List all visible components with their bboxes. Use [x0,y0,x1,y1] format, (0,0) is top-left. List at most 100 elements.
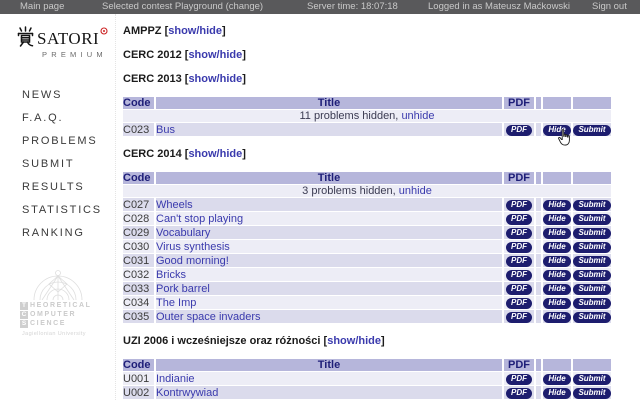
spacer-cell [536,282,541,295]
problem-title-link[interactable]: Virus synthesis [156,241,230,253]
pdf-cell: PDF [504,123,534,136]
top-bar: Main page Selected contest Playground (c… [0,0,640,14]
hide-button[interactable]: Hide [543,298,570,309]
sidebar-item-ranking[interactable]: RANKING [22,228,102,239]
column-header-code: Code [123,359,154,371]
problem-row: C034The ImpPDFHideSubmit [123,296,611,309]
hide-button[interactable]: Hide [543,214,570,225]
tcs-letter-rest: CIENCE [30,320,66,328]
hide-cell: Hide [543,310,571,323]
column-header-submit [573,172,611,184]
hide-button[interactable]: Hide [543,284,570,295]
submit-cell: Submit [573,268,611,281]
problem-title-link[interactable]: Vocabulary [156,227,210,239]
show-hide-link[interactable]: show/hide [188,73,242,85]
pdf-button[interactable]: PDF [506,214,532,225]
submit-button[interactable]: Submit [573,270,610,281]
show-hide-link[interactable]: show/hide [188,49,242,61]
section-title: CERC 2014 [123,148,182,160]
submit-cell: Submit [573,372,611,385]
submit-button[interactable]: Submit [573,312,610,323]
pdf-button[interactable]: PDF [506,270,532,281]
problem-title-cell: Indianie [156,372,502,385]
pdf-button[interactable]: PDF [506,284,532,295]
sign-out-link[interactable]: Sign out [592,0,627,14]
sidebar-item-statistics[interactable]: STATISTICS [22,205,102,216]
problem-title-link[interactable]: Pork barrel [156,283,210,295]
submit-button[interactable]: Submit [573,256,610,267]
unhide-link[interactable]: unhide [399,185,432,197]
sidebar-item-problems[interactable]: PROBLEMS [22,136,102,147]
problem-row: C032BricksPDFHideSubmit [123,268,611,281]
column-header-pdf: PDF [504,359,534,371]
pdf-cell: PDF [504,254,534,267]
hide-button[interactable]: Hide [543,242,570,253]
pdf-button[interactable]: PDF [506,256,532,267]
problem-code: C027 [123,198,154,211]
problem-title-link[interactable]: Kontrwywiad [156,387,218,399]
problem-title-link[interactable]: Wheels [156,199,193,211]
show-hide-link[interactable]: show/hide [188,148,242,160]
hidden-count-text: 11 problems hidden, [300,110,399,122]
pdf-cell: PDF [504,310,534,323]
problem-title-link[interactable]: Can't stop playing [156,213,243,225]
hide-button[interactable]: Hide [543,228,570,239]
tcs-letter-rest: OMPUTER [30,311,76,319]
logo-premium-text: PREMIUM [42,50,108,59]
satori-logo[interactable]: SATORI PREMIUM [16,26,108,59]
pdf-button[interactable]: PDF [506,298,532,309]
tcs-logo-line: SCIENCE [20,320,104,328]
column-header-hide [543,172,571,184]
tcs-letter-rest: HEORETICAL [30,302,92,310]
problem-code: C023 [123,123,154,136]
hide-button[interactable]: Hide [543,125,570,136]
submit-button[interactable]: Submit [573,200,610,211]
sidebar-item-news[interactable]: NEWS [22,90,102,101]
hide-button[interactable]: Hide [543,312,570,323]
pdf-button[interactable]: PDF [506,125,532,136]
pdf-button[interactable]: PDF [506,200,532,211]
main-content: AMPPZ [show/hide]CERC 2012 [show/hide]CE… [121,14,621,400]
show-hide-link[interactable]: show/hide [168,25,222,37]
show-hide-link[interactable]: show/hide [327,335,381,347]
sidebar-item-results[interactable]: RESULTS [22,182,102,193]
submit-button[interactable]: Submit [573,374,610,385]
problem-title-link[interactable]: Bus [156,124,175,136]
pdf-button[interactable]: PDF [506,242,532,253]
selected-contest-link[interactable]: Selected contest Playground (change) [102,0,263,14]
submit-cell: Submit [573,240,611,253]
submit-cell: Submit [573,123,611,136]
submit-button[interactable]: Submit [573,284,610,295]
submit-cell: Submit [573,386,611,399]
submit-button[interactable]: Submit [573,228,610,239]
unhide-link[interactable]: unhide [401,110,434,122]
hide-button[interactable]: Hide [543,200,570,211]
hide-cell: Hide [543,123,571,136]
pdf-button[interactable]: PDF [506,374,532,385]
hide-button[interactable]: Hide [543,388,570,399]
hide-button[interactable]: Hide [543,270,570,281]
hide-button[interactable]: Hide [543,256,570,267]
sidebar-item-faq[interactable]: F.A.Q. [22,113,102,124]
submit-button[interactable]: Submit [573,125,610,136]
problem-row: C033Pork barrelPDFHideSubmit [123,282,611,295]
hide-button[interactable]: Hide [543,374,570,385]
problem-title-link[interactable]: The Imp [156,297,196,309]
problem-title-link[interactable]: Good morning! [156,255,229,267]
submit-button[interactable]: Submit [573,214,610,225]
problem-title-cell: Pork barrel [156,282,502,295]
pdf-button[interactable]: PDF [506,388,532,399]
problem-title-cell: Vocabulary [156,226,502,239]
problem-title-link[interactable]: Bricks [156,269,186,281]
sidebar-item-submit[interactable]: SUBMIT [22,159,102,170]
main-page-link[interactable]: Main page [20,0,64,14]
submit-button[interactable]: Submit [573,242,610,253]
submit-button[interactable]: Submit [573,298,610,309]
tcs-letter-box: S [20,320,28,328]
problem-title-link[interactable]: Outer space invaders [156,311,261,323]
pdf-button[interactable]: PDF [506,228,532,239]
pdf-button[interactable]: PDF [506,312,532,323]
submit-button[interactable]: Submit [573,388,610,399]
problem-code: U002 [123,386,154,399]
problem-title-link[interactable]: Indianie [156,373,195,385]
